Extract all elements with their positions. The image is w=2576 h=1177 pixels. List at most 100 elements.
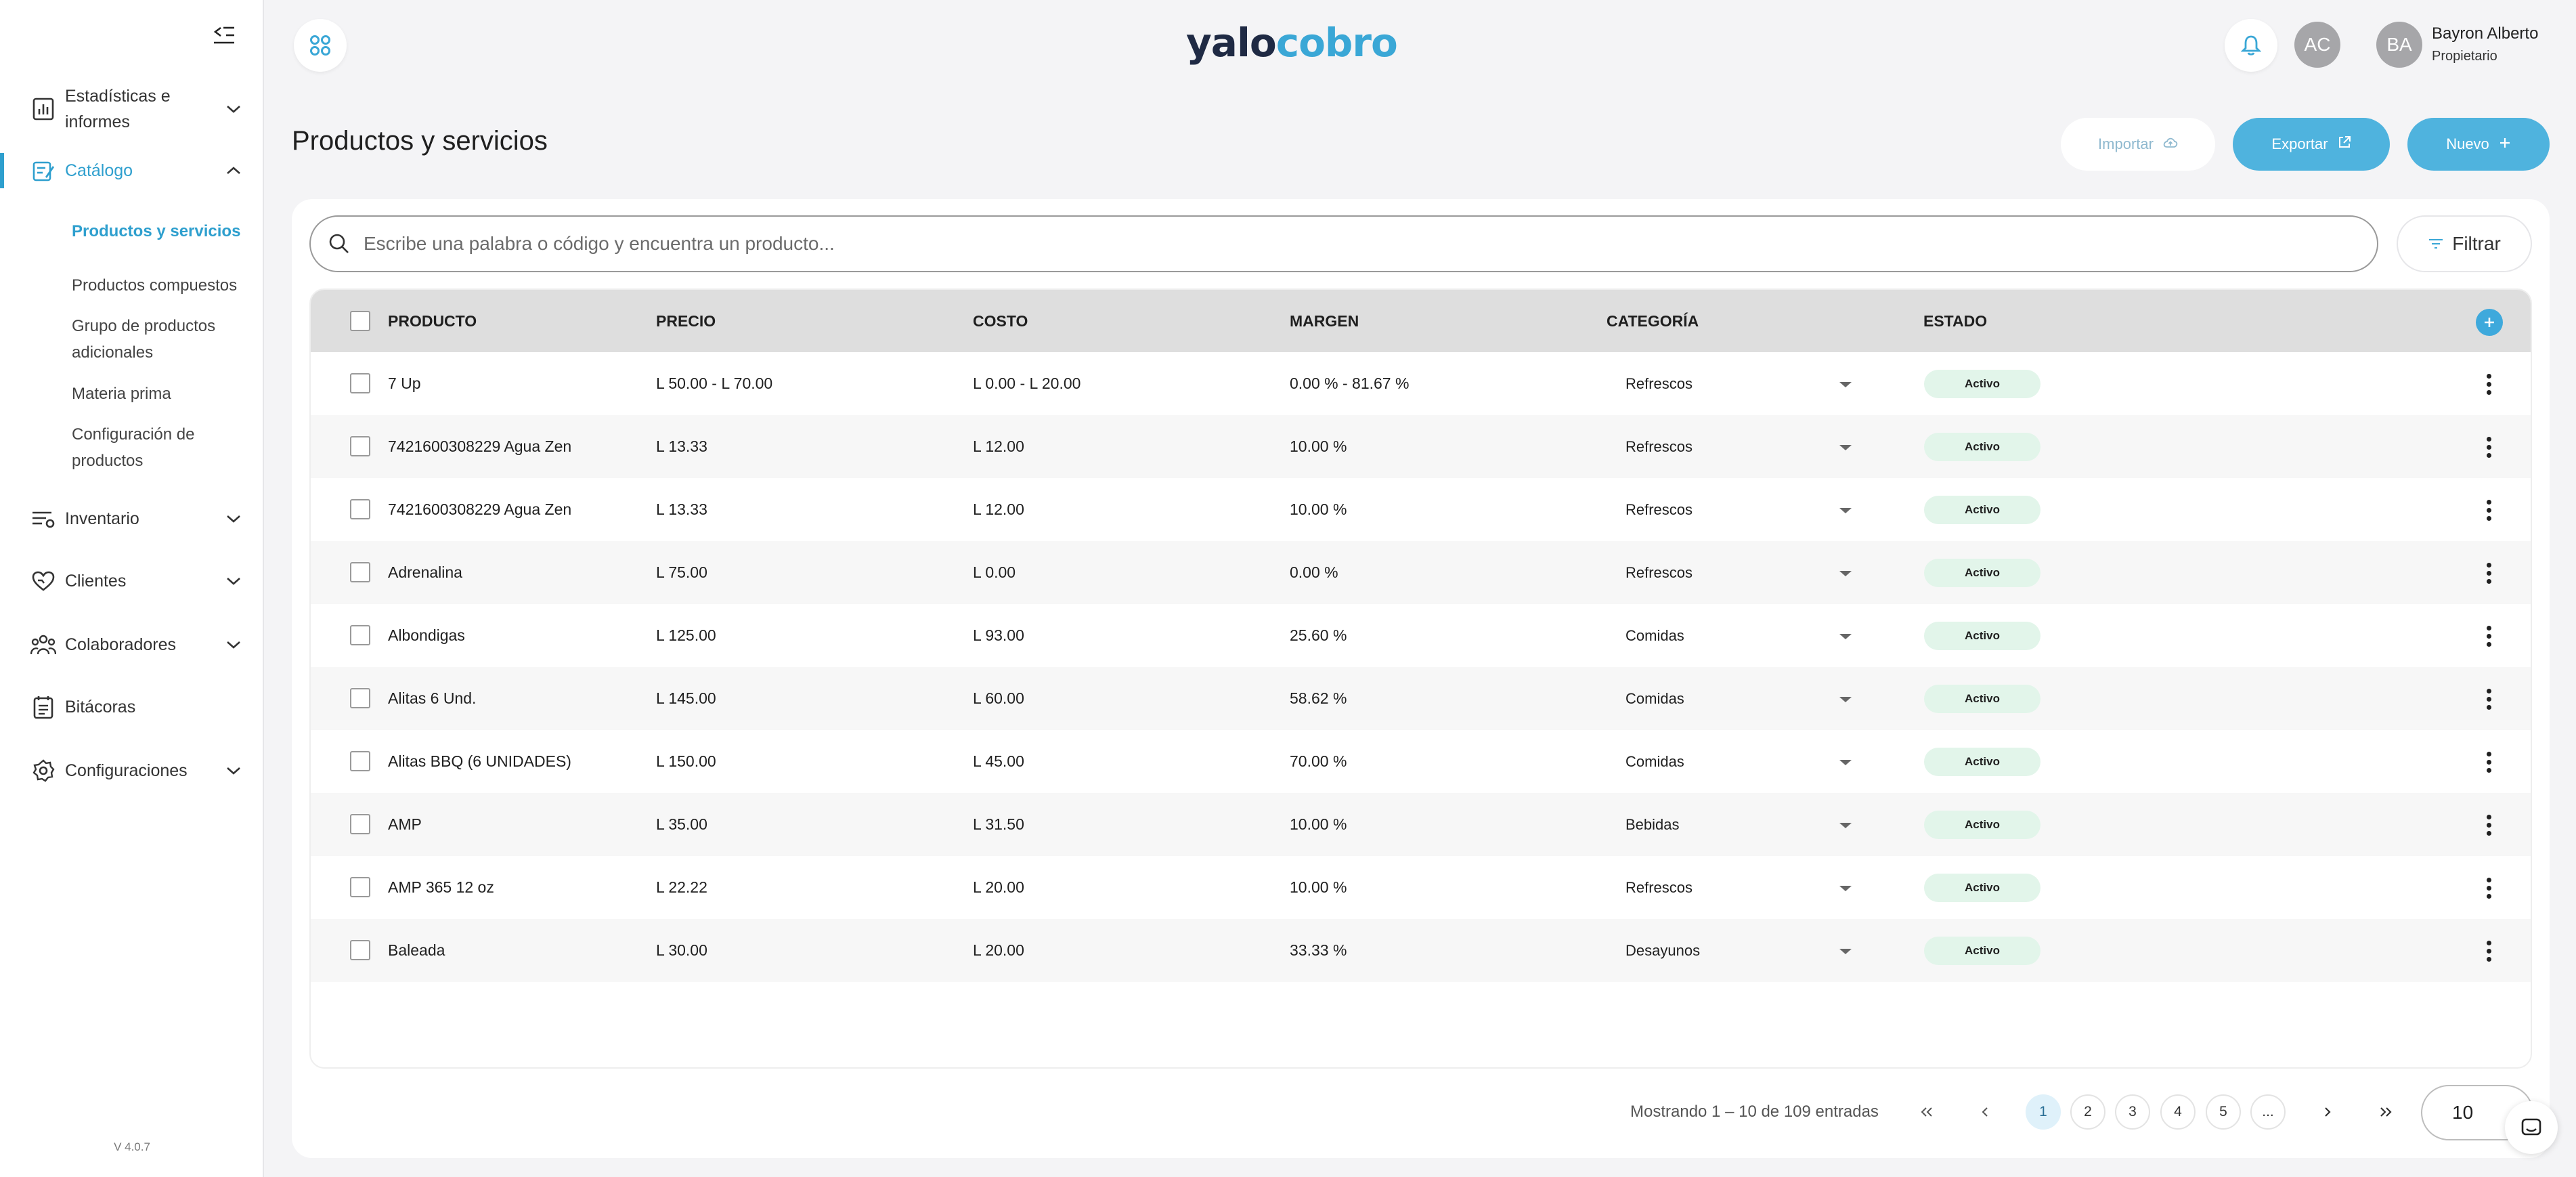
row-actions-kebab-icon[interactable] <box>2477 620 2500 651</box>
collapse-sidebar-icon[interactable] <box>209 22 238 49</box>
sidebar-subitem-additional-groups[interactable]: Grupo de productos adicionales <box>72 313 255 366</box>
inventory-icon <box>28 504 58 534</box>
sidebar-item-label: informes <box>65 112 130 131</box>
category-select[interactable]: Refrescos <box>1617 366 1861 402</box>
previous-page-icon[interactable] <box>1967 1094 2003 1130</box>
category-select[interactable]: Bebidas <box>1617 807 1861 843</box>
row-checkbox[interactable] <box>350 373 370 393</box>
next-page-icon[interactable] <box>2310 1094 2345 1130</box>
filter-button[interactable]: Filtrar <box>2397 215 2532 272</box>
row-checkbox[interactable] <box>350 940 370 960</box>
cell-margin: 25.60 % <box>1290 626 1347 644</box>
cell-cost: L 12.00 <box>973 500 1024 518</box>
import-button[interactable]: Importar <box>2061 118 2215 171</box>
sidebar-item-inventory[interactable]: Inventario <box>0 502 263 535</box>
row-actions-kebab-icon[interactable] <box>2477 368 2500 400</box>
sidebar-item-logbooks[interactable]: Bitácoras <box>0 691 263 723</box>
table-row[interactable]: AMP L 35.00 L 31.50 10.00 % Bebidas Activo <box>311 793 2531 856</box>
category-select[interactable]: Comidas <box>1617 618 1861 654</box>
caret-down-icon <box>1838 564 1853 582</box>
page-button-3[interactable]: 3 <box>2115 1094 2150 1130</box>
first-page-icon[interactable] <box>1909 1094 1944 1130</box>
avatar-secondary[interactable]: AC <box>2294 22 2340 68</box>
add-column-plus-icon[interactable] <box>2476 309 2503 336</box>
sidebar-item-collaborators[interactable]: Colaboradores <box>0 628 263 661</box>
row-actions-kebab-icon[interactable] <box>2477 431 2500 463</box>
apps-grid-icon[interactable] <box>294 19 347 72</box>
row-checkbox[interactable] <box>350 877 370 897</box>
category-select[interactable]: Refrescos <box>1617 429 1861 465</box>
sidebar-subitem-raw-material[interactable]: Materia prima <box>72 381 255 407</box>
cell-price: L 150.00 <box>656 752 716 770</box>
table-row[interactable]: Alitas 6 Und. L 145.00 L 60.00 58.62 % Comid… <box>311 667 2531 730</box>
row-checkbox[interactable] <box>350 688 370 708</box>
page-button-4[interactable]: 4 <box>2160 1094 2196 1130</box>
chevron-up-icon[interactable] <box>223 160 244 181</box>
sidebar-item-clients[interactable]: Clientes <box>0 565 263 597</box>
row-actions-kebab-icon[interactable] <box>2477 872 2500 903</box>
table-row[interactable]: 7421600308229 Agua Zen L 13.33 L 12.00 10.0… <box>311 478 2531 541</box>
chat-support-icon[interactable] <box>2505 1101 2558 1154</box>
row-actions-kebab-icon[interactable] <box>2477 683 2500 714</box>
select-all-checkbox[interactable] <box>350 311 370 331</box>
sidebar-item-statistics[interactable]: Estadísticas e informes <box>0 79 263 140</box>
search-input[interactable] <box>364 233 2327 255</box>
sidebar-subitem-products-services[interactable]: Productos y servicios <box>72 218 255 244</box>
table-row[interactable]: 7 Up L 50.00 - L 70.00 L 0.00 - L 20.00 0.0… <box>311 352 2531 415</box>
page-button-2[interactable]: 2 <box>2070 1094 2105 1130</box>
sidebar-subitem-product-config[interactable]: Configuración de productos <box>72 421 255 474</box>
column-header-product[interactable]: PRODUCTO <box>388 290 477 352</box>
row-checkbox[interactable] <box>350 625 370 645</box>
row-checkbox[interactable] <box>350 814 370 834</box>
chevron-down-icon[interactable] <box>223 761 244 781</box>
search-bar[interactable] <box>309 215 2378 272</box>
column-header-margin[interactable]: MARGEN <box>1290 290 1359 352</box>
page-button-1[interactable]: 1 <box>2026 1094 2061 1130</box>
notifications-bell-icon[interactable] <box>2225 19 2277 72</box>
chevron-down-icon[interactable] <box>223 509 244 529</box>
table-row[interactable]: Albondigas L 125.00 L 93.00 25.60 % Comidas A… <box>311 604 2531 667</box>
table-row[interactable]: 7421600308229 Agua Zen L 13.33 L 12.00 10.0… <box>311 415 2531 478</box>
chevron-down-icon[interactable] <box>223 99 244 119</box>
row-checkbox[interactable] <box>350 499 370 519</box>
cell-cost: L 45.00 <box>973 752 1024 770</box>
category-select[interactable]: Desayunos <box>1617 933 1861 969</box>
column-header-status[interactable]: ESTADO <box>1923 290 1987 352</box>
new-button[interactable]: Nuevo <box>2407 118 2550 171</box>
user-name[interactable]: Bayron Alberto <box>2432 24 2538 43</box>
category-select[interactable]: Refrescos <box>1617 492 1861 528</box>
category-select[interactable]: Refrescos <box>1617 870 1861 906</box>
row-checkbox[interactable] <box>350 751 370 771</box>
table-row[interactable]: Baleada L 30.00 L 20.00 33.33 % Desayunos Act… <box>311 919 2531 982</box>
category-select[interactable]: Comidas <box>1617 744 1861 780</box>
column-header-price[interactable]: PRECIO <box>656 290 716 352</box>
row-checkbox[interactable] <box>350 436 370 456</box>
chevron-down-icon[interactable] <box>223 635 244 655</box>
page-button-5[interactable]: 5 <box>2206 1094 2241 1130</box>
user-avatar[interactable]: BA <box>2376 22 2422 68</box>
row-actions-kebab-icon[interactable] <box>2477 809 2500 840</box>
row-actions-kebab-icon[interactable] <box>2477 935 2500 966</box>
row-actions-kebab-icon[interactable] <box>2477 746 2500 777</box>
table-row[interactable]: AMP 365 12 oz L 22.22 L 20.00 10.00 % Refres… <box>311 856 2531 919</box>
chevron-down-icon[interactable] <box>223 571 244 591</box>
row-checkbox[interactable] <box>350 562 370 582</box>
last-page-icon[interactable] <box>2368 1094 2403 1130</box>
page-ellipsis[interactable]: ... <box>2250 1094 2286 1130</box>
row-actions-kebab-icon[interactable] <box>2477 557 2500 588</box>
collaborators-icon <box>28 630 58 660</box>
row-actions-kebab-icon[interactable] <box>2477 494 2500 526</box>
column-header-category[interactable]: CATEGORÍA <box>1607 290 1699 352</box>
table-row[interactable]: Alitas BBQ (6 UNIDADES) L 150.00 L 45.00 70… <box>311 730 2531 793</box>
category-select[interactable]: Refrescos <box>1617 555 1861 591</box>
column-header-cost[interactable]: COSTO <box>973 290 1028 352</box>
cell-product: 7 Up <box>388 374 421 392</box>
sidebar-item-settings[interactable]: Configuraciones <box>0 754 263 787</box>
table-row[interactable]: Adrenalina L 75.00 L 0.00 0.00 % Refrescos Ac… <box>311 541 2531 604</box>
caret-down-icon <box>1838 816 1853 834</box>
sidebar-item-catalog[interactable]: Catálogo <box>0 153 263 188</box>
cell-margin: 58.62 % <box>1290 689 1347 707</box>
category-select[interactable]: Comidas <box>1617 681 1861 717</box>
export-button[interactable]: Exportar <box>2233 118 2390 171</box>
sidebar-subitem-composite-products[interactable]: Productos compuestos <box>72 272 255 299</box>
